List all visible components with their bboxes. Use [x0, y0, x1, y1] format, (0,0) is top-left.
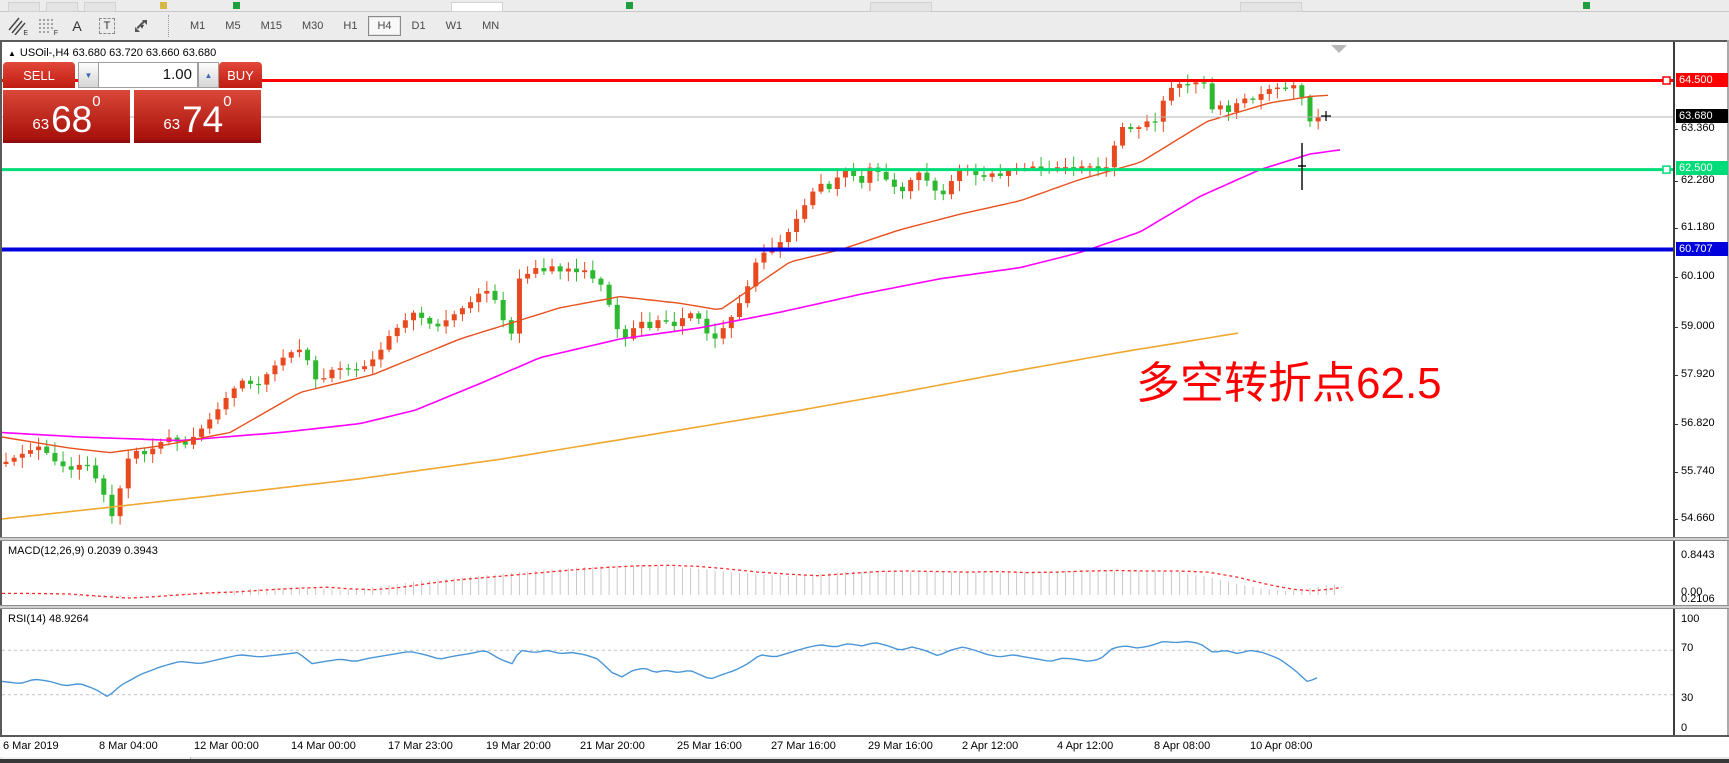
price-axis-label: 59.000 — [1681, 320, 1715, 332]
time-axis-label: 8 Mar 04:00 — [99, 740, 158, 752]
price-axis-label: 60.100 — [1681, 270, 1715, 282]
rsi-label: RSI(14) 48.9264 — [8, 613, 89, 625]
chart-header: ▲ USOil-,H4 63.680 63.720 63.660 63.680 — [8, 47, 216, 59]
sell-button[interactable]: SELL — [3, 62, 75, 88]
price-axis-label: 54.660 — [1681, 512, 1715, 524]
bottom-window-edge — [0, 759, 1729, 763]
toolbar-button-partial[interactable] — [46, 2, 78, 12]
buy-price-big: 74 — [182, 101, 223, 138]
time-axis-label: 6 Mar 2019 — [3, 740, 59, 752]
volume-increase-button[interactable]: ▲ — [198, 62, 219, 88]
sell-price-small: 63 — [32, 112, 49, 138]
text-label-icon[interactable]: A — [64, 15, 90, 37]
buy-button[interactable]: BUY — [219, 62, 262, 88]
timeframe-button-w1[interactable]: W1 — [437, 16, 472, 36]
toolbar-button-partial[interactable] — [870, 2, 932, 12]
chart-toolbar: E F A T ▾ M1M5M15M30H1H4D1W1MN — [0, 12, 1729, 41]
price-axis-label: 61.180 — [1681, 221, 1715, 233]
chevron-down-icon: ▼ — [85, 71, 93, 80]
time-axis: 6 Mar 2019 8 Mar 04:00 12 Mar 00:00 14 Mar … — [0, 737, 1729, 757]
symbol-ohlc-text: USOil-,H4 63.680 63.720 63.660 63.680 — [20, 47, 216, 59]
toolbar-button-partial[interactable] — [1240, 2, 1302, 12]
time-axis-label: 4 Apr 12:00 — [1057, 740, 1113, 752]
toolbar-dropdown-partial[interactable] — [451, 2, 503, 12]
timeframe-button-m5[interactable]: M5 — [216, 16, 249, 36]
time-axis-label: 19 Mar 20:00 — [486, 740, 551, 752]
price-badge: 60.707 — [1676, 242, 1728, 256]
timeframe-button-m15[interactable]: M15 — [252, 16, 291, 36]
sell-price-big: 68 — [51, 101, 92, 138]
volume-decrease-button[interactable]: ▼ — [78, 62, 99, 88]
price-axis-label: 56.820 — [1681, 417, 1715, 429]
price-axis-label: 57.920 — [1681, 368, 1715, 380]
time-axis-label: 21 Mar 20:00 — [580, 740, 645, 752]
time-axis-label: 12 Mar 00:00 — [194, 740, 259, 752]
time-axis-label: 14 Mar 00:00 — [291, 740, 356, 752]
price-badge: 62.500 — [1676, 161, 1728, 175]
chart-annotation-text: 多空转折点62.5 — [1136, 360, 1442, 408]
fibonacci-lines-icon[interactable]: F — [34, 15, 60, 37]
sell-price-button[interactable]: 63 68 0 — [3, 90, 130, 143]
time-axis-label: 29 Mar 16:00 — [868, 740, 933, 752]
volume-input[interactable]: 1.00 — [98, 62, 198, 88]
rsi-axis-label: 0 — [1681, 722, 1687, 734]
green-icon[interactable] — [233, 2, 240, 9]
buy-price-sup: 0 — [223, 94, 231, 109]
price-badge: 64.500 — [1676, 73, 1728, 87]
macd-axis-label: 0.8443 — [1681, 549, 1715, 561]
timeframe-button-h1[interactable]: H1 — [334, 16, 366, 36]
timeframe-button-d1[interactable]: D1 — [403, 16, 435, 36]
yellow-icon[interactable] — [160, 2, 167, 9]
macd-indicator-chart[interactable] — [2, 541, 1673, 605]
trade-panel-top-row: SELL ▼ 1.00 ▲ BUY — [3, 62, 262, 90]
green-icon[interactable] — [1583, 2, 1590, 9]
time-axis-label: 17 Mar 23:00 — [388, 740, 453, 752]
price-axis-label: 63.360 — [1681, 122, 1715, 134]
time-axis-label: 8 Apr 08:00 — [1154, 740, 1210, 752]
buy-price-small: 63 — [163, 112, 180, 138]
axis-divider-line — [1673, 42, 1675, 757]
equidistant-channel-icon[interactable]: E — [4, 15, 30, 37]
timeframe-button-h4[interactable]: H4 — [368, 16, 400, 36]
buy-price-button[interactable]: 63 74 0 — [134, 90, 261, 143]
rsi-axis-label: 70 — [1681, 642, 1693, 654]
toolbar-button-partial[interactable] — [84, 2, 116, 12]
text-tool-icon[interactable]: T — [94, 15, 120, 37]
timeframe-button-mn[interactable]: MN — [473, 16, 508, 36]
macd-label: MACD(12,26,9) 0.2039 0.3943 — [8, 545, 158, 557]
toolbar-separator — [168, 15, 174, 37]
time-axis-label: 2 Apr 12:00 — [962, 740, 1018, 752]
price-axis-label: 55.740 — [1681, 465, 1715, 477]
top-toolbar-partial — [0, 0, 1729, 12]
time-axis-label: 25 Mar 16:00 — [677, 740, 742, 752]
price-axis-label: 62.280 — [1681, 174, 1715, 186]
timeframe-bar: M1M5M15M30H1H4D1W1MN — [180, 14, 509, 38]
rsi-indicator-chart[interactable] — [2, 609, 1673, 735]
collapse-arrow-icon[interactable]: ▲ — [8, 49, 16, 58]
chevron-up-icon: ▲ — [205, 71, 213, 80]
rsi-axis-label: 30 — [1681, 692, 1693, 704]
green-icon[interactable] — [626, 2, 633, 9]
mt4-terminal: { "toolbar": { "icons": [ {"name": "equi… — [0, 0, 1729, 763]
price-badge: 63.680 — [1676, 109, 1728, 123]
one-click-trade-panel: SELL ▼ 1.00 ▲ BUY 63 68 0 63 74 0 — [3, 62, 262, 141]
arrows-tool-icon[interactable]: ▾ — [124, 15, 158, 37]
time-axis-label: 10 Apr 08:00 — [1250, 740, 1312, 752]
toolbar-button-partial[interactable] — [8, 2, 40, 12]
time-axis-label: 27 Mar 16:00 — [771, 740, 836, 752]
timeframe-button-m30[interactable]: M30 — [293, 16, 332, 36]
macd-axis-label: 0.2106 — [1681, 593, 1715, 605]
rsi-axis-label: 100 — [1681, 613, 1699, 625]
timeframe-button-m1[interactable]: M1 — [181, 16, 214, 36]
sell-price-sup: 0 — [92, 94, 100, 109]
